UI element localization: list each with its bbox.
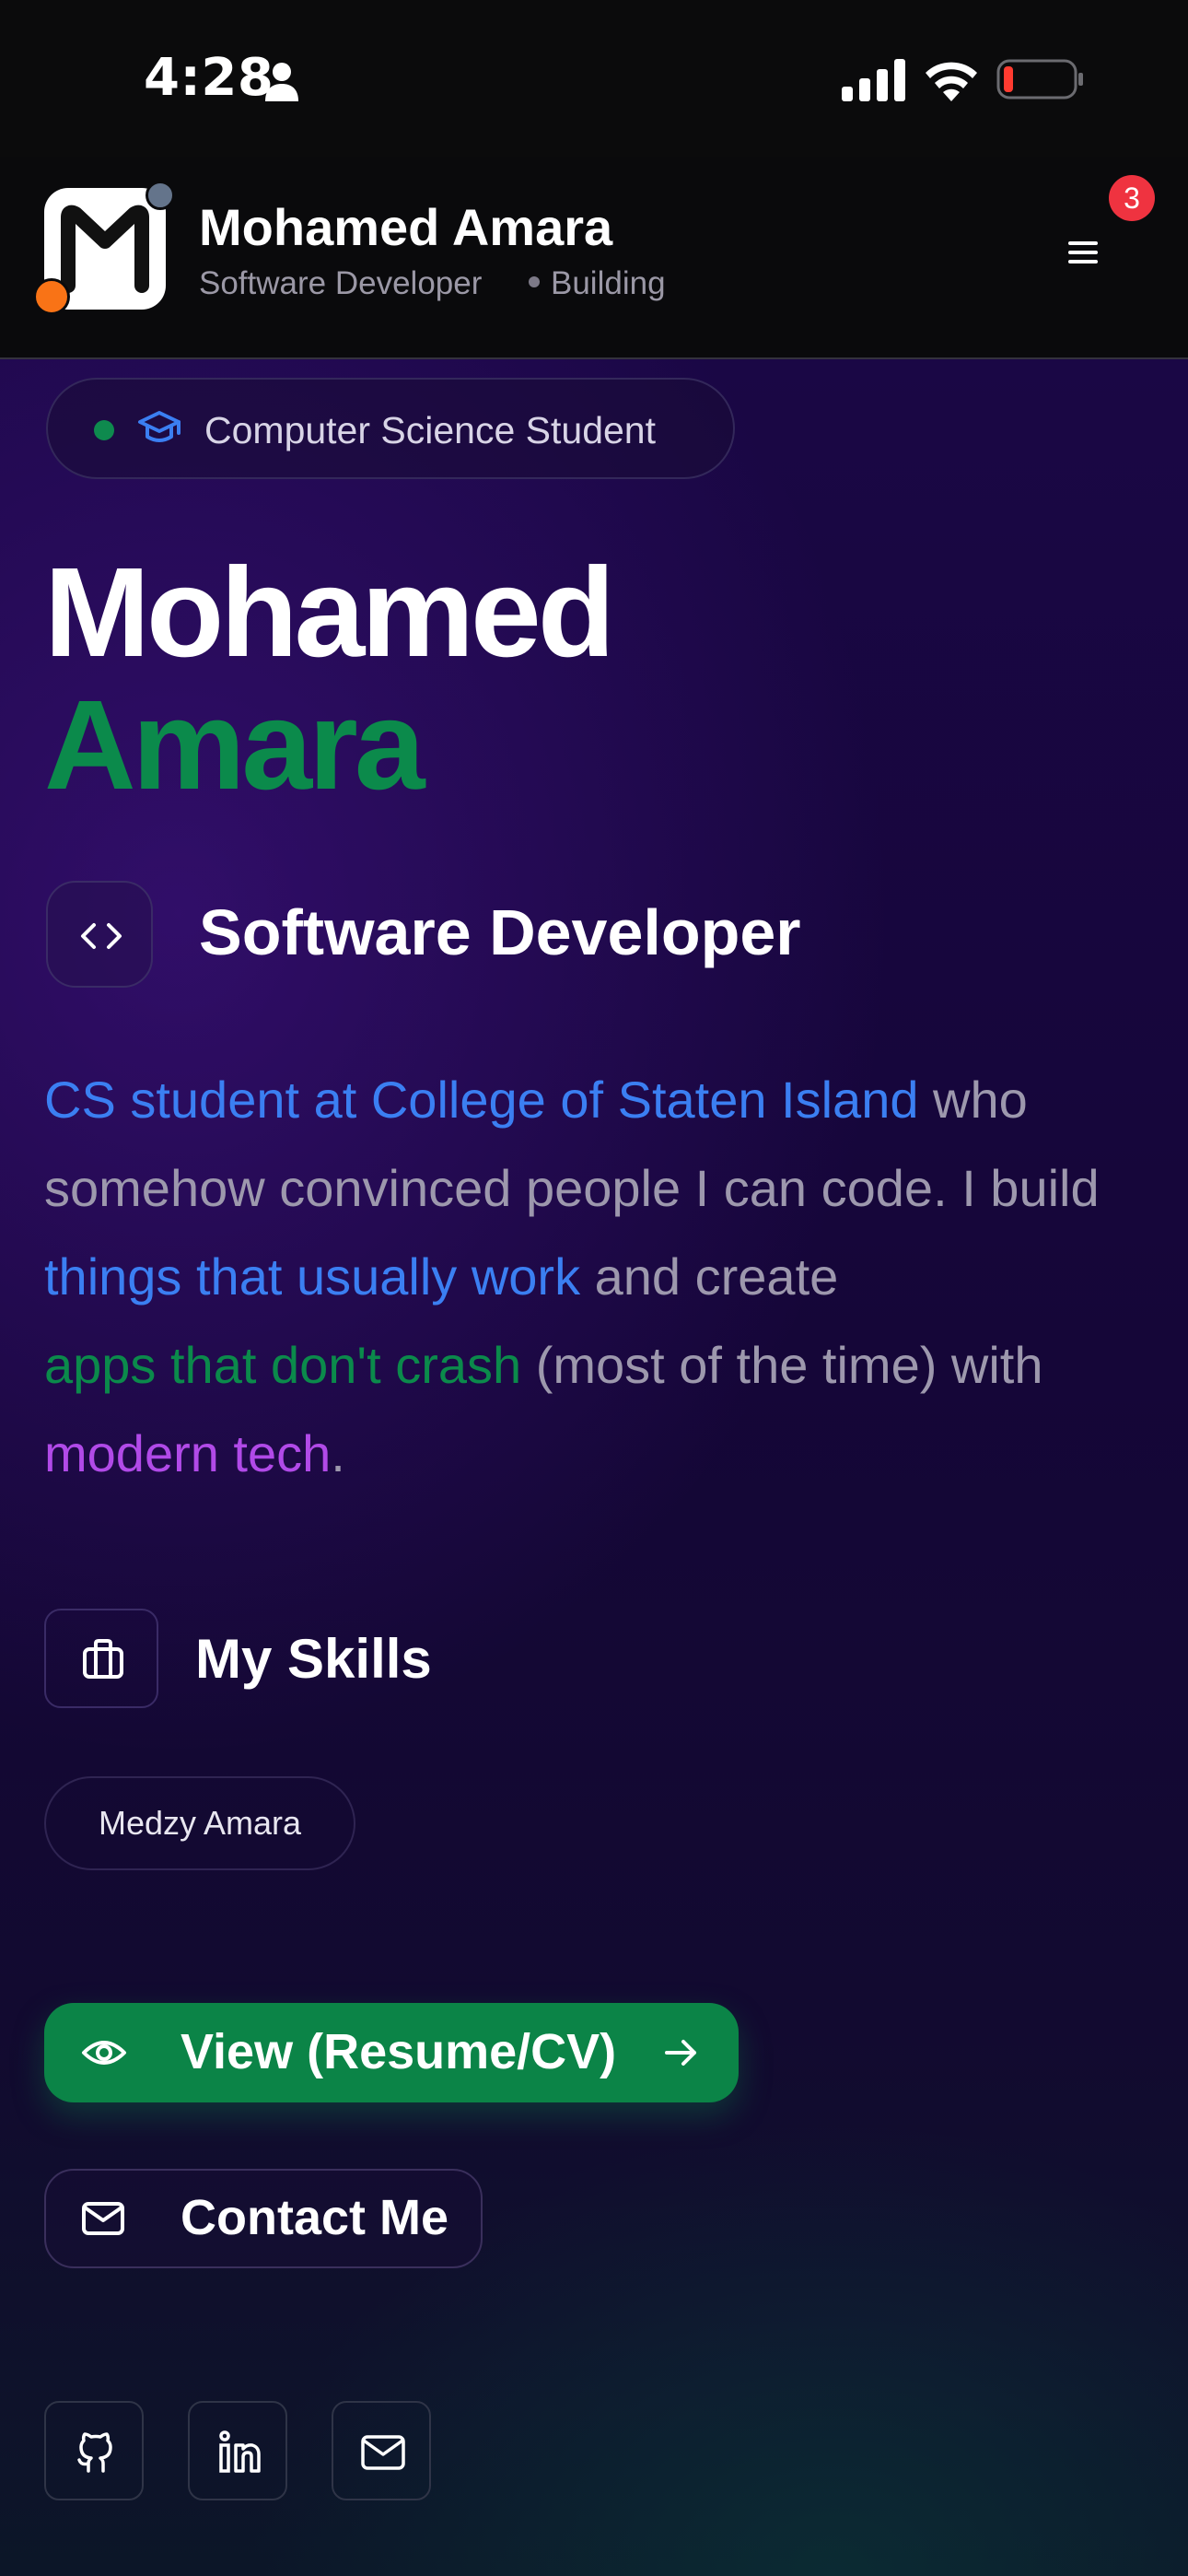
bio-highlight-apps: apps that don't crash <box>44 1336 522 1394</box>
hamburger-menu-icon[interactable] <box>1054 223 1112 282</box>
wifi-icon <box>926 62 977 101</box>
code-icon <box>81 923 122 949</box>
header-status: Building <box>529 265 666 302</box>
hero-last-name: Amara <box>44 674 425 816</box>
bio-highlight-things: things that usually work <box>44 1247 581 1306</box>
header-name: Mohamed Amara <box>199 198 613 256</box>
github-link[interactable] <box>44 2401 144 2500</box>
header-status-label: Building <box>551 265 666 301</box>
student-badge: Computer Science Student <box>46 378 735 479</box>
status-dot <box>94 420 114 440</box>
bio-text: and create <box>580 1247 839 1306</box>
graduation-cap-icon <box>138 411 181 442</box>
logo-m-icon <box>61 205 149 293</box>
person-icon <box>265 63 298 101</box>
role-title: Software Developer <box>199 896 801 968</box>
battery-icon <box>996 59 1083 100</box>
briefcase-icon <box>83 1639 123 1679</box>
view-resume-button[interactable]: View (Resume/CV) <box>44 2003 739 2102</box>
skill-chip[interactable]: Medzy Amara <box>44 1776 355 1870</box>
mail-icon <box>82 2202 124 2235</box>
bio-text: (most of the time) with <box>521 1336 1043 1394</box>
bio-highlight-college: CS student at College of Staten Island <box>44 1071 919 1129</box>
header-role: Software Developer <box>199 265 483 301</box>
student-badge-label: Computer Science Student <box>204 409 656 451</box>
skills-title: My Skills <box>195 1628 432 1690</box>
logo-status-dot <box>146 181 175 210</box>
email-link[interactable] <box>332 2401 431 2500</box>
status-dot <box>529 275 540 287</box>
linkedin-icon <box>219 2430 261 2473</box>
bio-highlight-tech: modern tech <box>44 1424 332 1482</box>
eye-icon <box>82 2041 126 2065</box>
contact-me-button[interactable]: Contact Me <box>44 2169 483 2268</box>
mail-icon <box>361 2435 405 2470</box>
view-resume-label: View (Resume/CV) <box>181 2024 617 2079</box>
status-bar: 4:28 <box>0 0 1188 157</box>
logo-accent-dot <box>33 278 70 315</box>
code-icon-box <box>46 881 153 988</box>
hero-section: Computer Science Student Mohamed Amara S… <box>0 359 1188 2576</box>
contact-me-label: Contact Me <box>181 2190 449 2245</box>
bio-paragraph: CS student at College of Staten Island w… <box>44 1056 1159 1498</box>
arrow-right-icon <box>665 2040 696 2066</box>
bio-text: . <box>331 1424 345 1482</box>
hero-first-name: Mohamed <box>44 542 615 684</box>
signal-icon <box>842 59 905 101</box>
notification-badge: 3 <box>1109 175 1155 221</box>
github-icon <box>77 2432 112 2473</box>
linkedin-link[interactable] <box>188 2401 287 2500</box>
app-header: Mohamed Amara Software Developer Buildin… <box>0 157 1188 359</box>
status-time: 4:28 <box>144 48 274 108</box>
skills-icon-box <box>44 1609 158 1708</box>
